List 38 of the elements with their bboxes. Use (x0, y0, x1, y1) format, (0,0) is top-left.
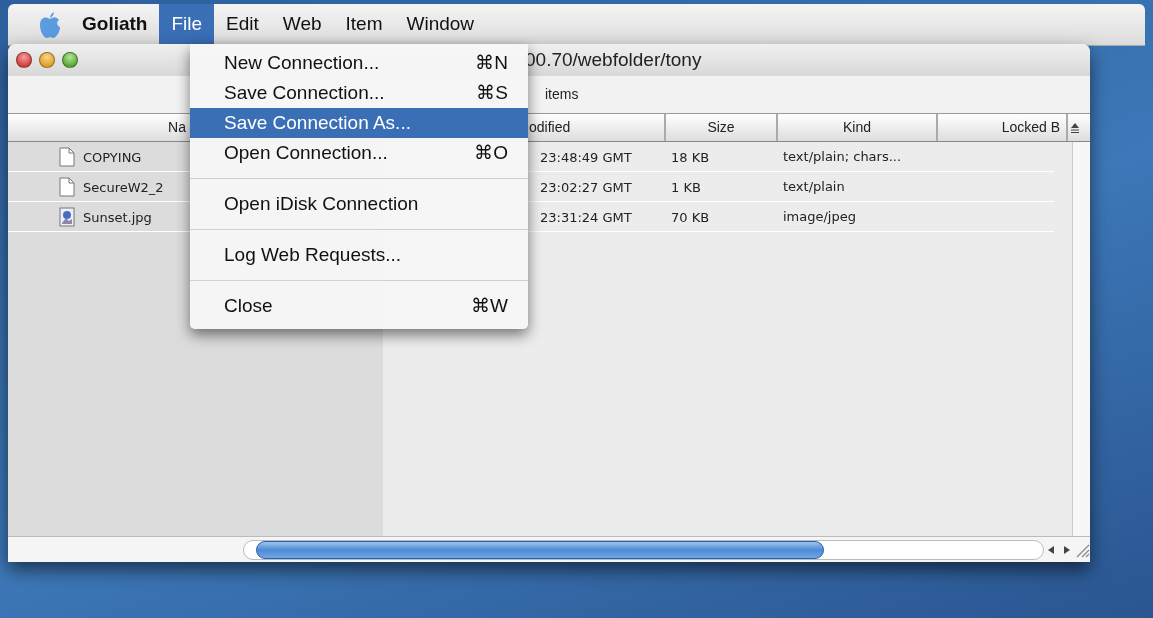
file-kind: text/plain (782, 177, 845, 196)
menu-title[interactable]: Web (270, 4, 334, 45)
minimize-button[interactable] (39, 52, 55, 68)
window-title: 00.70/webfolder/tony (525, 47, 702, 72)
document-icon (59, 176, 75, 197)
file-size: 1 KB (671, 179, 701, 195)
modified-date: 23:02:27 GMT (540, 179, 632, 195)
scroll-thumb[interactable] (256, 540, 824, 559)
document-icon (59, 146, 75, 167)
file-size: 70 KB (671, 209, 710, 225)
menu-item[interactable]: Save Connection... ⌘S (190, 78, 528, 108)
zoom-button[interactable] (62, 52, 78, 68)
file-name: Sunset.jpg (83, 209, 152, 225)
close-button[interactable] (16, 52, 32, 68)
file-name: SecureW2_2 (83, 179, 164, 195)
menu-item[interactable]: Open Connection... ⌘O (190, 138, 528, 168)
menu-title[interactable]: Edit (214, 4, 271, 45)
menu-item[interactable]: Log Web Requests... (190, 240, 528, 270)
file-name: COPYING (83, 149, 142, 165)
vertical-scrollbar[interactable] (1072, 142, 1090, 536)
file-kind: text/plain; chars... (782, 147, 902, 166)
modified-date: 23:31:24 GMT (540, 209, 632, 225)
menu-item[interactable]: Close ⌘W (190, 291, 528, 321)
modified-date: 23:48:49 GMT (540, 149, 632, 165)
item-count: items (545, 85, 579, 104)
file-kind: image/jpeg (782, 207, 856, 226)
sort-order-icon[interactable] (1070, 121, 1080, 134)
menu-title[interactable]: Item (333, 4, 395, 45)
file-size: 18 KB (671, 149, 710, 165)
menu-item[interactable]: Save Connection As... (190, 108, 528, 138)
menu-title[interactable]: Goliath (70, 4, 160, 45)
menu-title[interactable]: Window (394, 4, 487, 45)
menu-title[interactable]: File (159, 4, 215, 45)
image-file-icon (59, 206, 75, 227)
horizontal-scrollbar[interactable] (8, 536, 1090, 562)
menu-item[interactable]: Open iDisk Connection (190, 189, 528, 219)
menu-item[interactable]: New Connection... ⌘N (190, 48, 528, 78)
apple-logo-icon[interactable] (38, 10, 62, 39)
